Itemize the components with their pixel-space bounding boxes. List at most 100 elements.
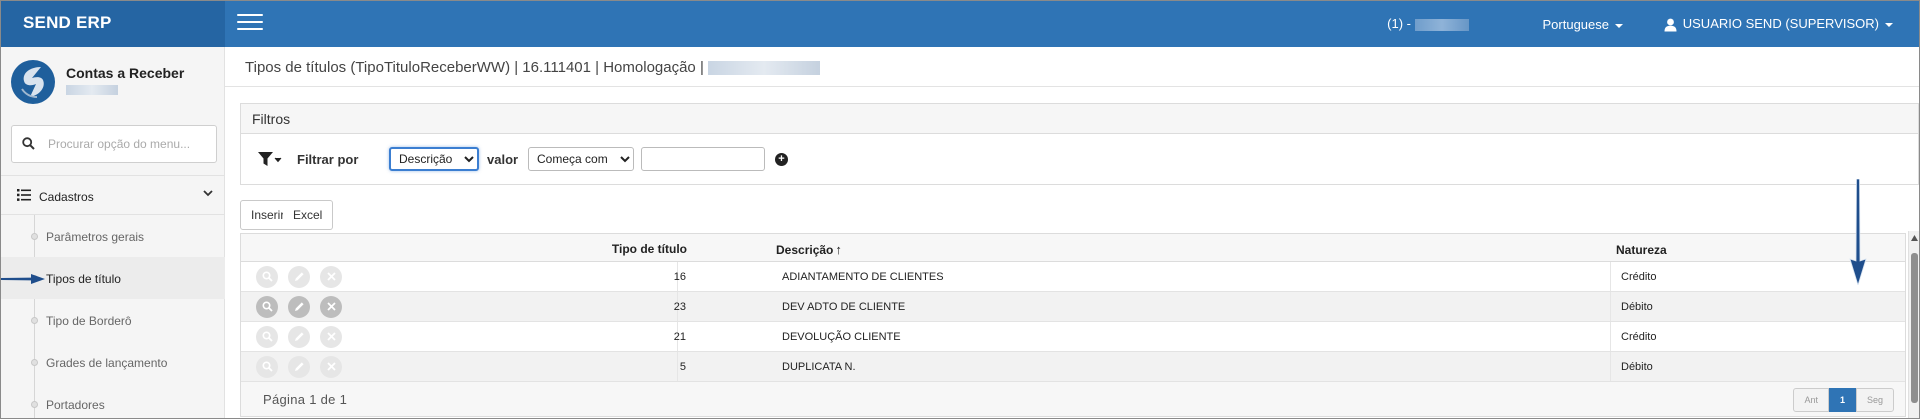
divider bbox=[225, 86, 1919, 87]
column-header-tipo[interactable]: Tipo de título bbox=[612, 242, 687, 256]
environment-name-redacted bbox=[707, 61, 820, 76]
user-icon bbox=[1664, 18, 1677, 32]
page-scrollbar[interactable] bbox=[1908, 231, 1919, 418]
sidebar-item-tipos-de-titulo[interactable]: Tipos de título bbox=[1, 257, 225, 299]
module-subtitle-redacted bbox=[66, 85, 118, 95]
sidebar-item-grades-de-lancamento[interactable]: Grades de lançamento bbox=[1, 341, 225, 383]
caret-down-icon bbox=[1885, 22, 1893, 27]
column-divider bbox=[1610, 352, 1611, 381]
delete-button[interactable] bbox=[320, 266, 342, 288]
search-icon bbox=[22, 137, 35, 150]
scroll-up-icon[interactable] bbox=[1911, 235, 1918, 241]
row-actions bbox=[256, 326, 352, 348]
language-dropdown[interactable]: Portuguese bbox=[1542, 17, 1623, 32]
nav-bullet bbox=[31, 233, 38, 240]
sidebar-item-portadores[interactable]: Portadores bbox=[1, 383, 225, 418]
caret-down-icon bbox=[1615, 23, 1623, 28]
edit-button[interactable] bbox=[288, 266, 310, 288]
close-icon bbox=[326, 362, 336, 371]
sidebar-section-cadastros[interactable]: Cadastros bbox=[1, 175, 225, 215]
delete-button[interactable] bbox=[320, 326, 342, 348]
magnifier-icon bbox=[261, 361, 273, 372]
column-divider bbox=[1610, 262, 1611, 291]
main-content: Tipos de títulos (TipoTituloReceberWW) |… bbox=[225, 47, 1919, 418]
delete-button[interactable] bbox=[320, 296, 342, 318]
magnifier-icon bbox=[261, 271, 273, 282]
edit-button[interactable] bbox=[288, 326, 310, 348]
view-button[interactable] bbox=[256, 356, 278, 378]
magnifier-icon bbox=[261, 301, 273, 312]
pencil-icon bbox=[294, 272, 304, 281]
sidebar-item-label: Tipos de título bbox=[46, 272, 121, 286]
nav-bullet bbox=[31, 359, 38, 366]
cell-descricao: DUPLICATA N. bbox=[782, 361, 856, 373]
edit-button[interactable] bbox=[288, 356, 310, 378]
funnel-icon[interactable] bbox=[258, 152, 282, 167]
view-button[interactable] bbox=[256, 266, 278, 288]
nav-bullet bbox=[31, 401, 38, 408]
chevron-down-icon bbox=[203, 190, 213, 197]
cell-descricao: DEVOLUÇÃO CLIENTE bbox=[782, 331, 901, 343]
data-grid: Tipo de título Descrição ↑ Natureza 16 AD… bbox=[240, 233, 1906, 417]
sidebar-item-label: Grades de lançamento bbox=[46, 356, 168, 370]
delete-button[interactable] bbox=[320, 356, 342, 378]
column-divider bbox=[677, 352, 678, 381]
cell-natureza: Débito bbox=[1621, 301, 1653, 313]
table-row[interactable]: 16 ADIANTAMENTO DE CLIENTES Crédito bbox=[241, 262, 1905, 292]
row-actions bbox=[256, 266, 352, 288]
module-logo-icon bbox=[11, 60, 55, 104]
row-actions bbox=[256, 356, 352, 378]
grid-header: Tipo de título Descrição ↑ Natureza bbox=[241, 234, 1905, 262]
filter-operator-select[interactable]: Começa com bbox=[528, 147, 634, 171]
company-selector[interactable]: (1) - bbox=[1387, 16, 1469, 31]
top-bar: SEND ERP (1) - Portuguese USUARIO SEND (… bbox=[1, 1, 1919, 47]
user-menu[interactable]: USUARIO SEND (SUPERVISOR) bbox=[1664, 16, 1893, 32]
module-title: Contas a Receber bbox=[66, 65, 185, 81]
language-label: Portuguese bbox=[1542, 17, 1610, 32]
menu-search-box bbox=[11, 125, 217, 163]
column-header-descricao-label: Descrição bbox=[776, 243, 834, 257]
cell-tipo: 5 bbox=[679, 361, 686, 373]
filter-by-label: Filtrar por bbox=[297, 152, 359, 167]
view-button[interactable] bbox=[256, 326, 278, 348]
pencil-icon bbox=[294, 362, 304, 371]
cell-natureza: Crédito bbox=[1621, 331, 1657, 343]
filter-field-select[interactable]: Descrição bbox=[389, 147, 479, 171]
excel-button[interactable]: Excel bbox=[283, 200, 334, 230]
table-row[interactable]: 5 DUPLICATA N. Débito bbox=[241, 352, 1905, 382]
brand-logo[interactable]: SEND ERP bbox=[1, 1, 225, 47]
table-row[interactable]: 23 DEV ADTO DE CLIENTE Débito bbox=[241, 292, 1905, 322]
view-button[interactable] bbox=[256, 296, 278, 318]
section-label: Cadastros bbox=[39, 190, 94, 204]
column-divider bbox=[1610, 292, 1611, 321]
column-header-descricao[interactable]: Descrição ↑ bbox=[776, 242, 842, 257]
filter-value-input[interactable] bbox=[641, 147, 765, 171]
page-title: Tipos de títulos (TipoTituloReceberWW) |… bbox=[245, 59, 820, 76]
sidebar-item-parametros-gerais[interactable]: Parâmetros gerais bbox=[1, 215, 225, 257]
cell-tipo: 21 bbox=[673, 331, 686, 343]
column-header-natureza[interactable]: Natureza bbox=[1616, 243, 1667, 257]
cell-tipo: 16 bbox=[673, 271, 686, 283]
edit-button[interactable] bbox=[288, 296, 310, 318]
next-page-button[interactable]: Seg bbox=[1855, 388, 1894, 412]
plus-circle-icon[interactable]: + bbox=[775, 153, 788, 166]
close-icon bbox=[326, 332, 336, 341]
sidebar-item-label: Parâmetros gerais bbox=[46, 230, 145, 244]
annotation-arrow-right-icon bbox=[1, 274, 45, 284]
cell-natureza: Crédito bbox=[1621, 271, 1657, 283]
magnifier-icon bbox=[261, 331, 273, 342]
filter-row: Filtrar por Descrição valor Começa com + bbox=[241, 135, 1918, 185]
sidebar-item-tipo-de-bordero[interactable]: Tipo de Borderô bbox=[1, 299, 225, 341]
hamburger-icon[interactable] bbox=[237, 14, 263, 34]
module-header: Contas a Receber bbox=[1, 47, 225, 115]
table-row[interactable]: 21 DEVOLUÇÃO CLIENTE Crédito bbox=[241, 322, 1905, 352]
company-prefix: (1) - bbox=[1387, 16, 1411, 31]
scrollbar-thumb[interactable] bbox=[1911, 253, 1918, 403]
cell-descricao: DEV ADTO DE CLIENTE bbox=[782, 301, 906, 313]
cell-descricao: ADIANTAMENTO DE CLIENTES bbox=[782, 271, 944, 283]
current-page-button[interactable]: 1 bbox=[1828, 388, 1856, 412]
pager: Página 1 de 1 Ant 1 Seg bbox=[241, 382, 1905, 416]
menu-search-input[interactable] bbox=[48, 134, 208, 154]
prev-page-button[interactable]: Ant bbox=[1793, 388, 1829, 412]
company-name-redacted bbox=[1415, 18, 1469, 31]
